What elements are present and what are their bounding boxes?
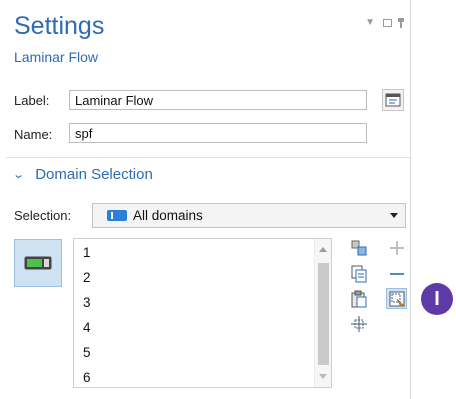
page-title: Settings [14, 12, 105, 40]
label-caption: Label: [14, 93, 50, 108]
add-button[interactable] [388, 239, 406, 257]
domain-selection-header[interactable]: ⌄ Domain Selection [12, 166, 153, 183]
list-item[interactable]: 5 [74, 340, 331, 365]
name-field[interactable] [69, 123, 367, 143]
scroll-thumb[interactable] [318, 263, 329, 365]
remove-icon [390, 273, 404, 275]
add-icon [390, 241, 404, 255]
restore-icon[interactable] [383, 18, 392, 27]
step-badge: I [421, 283, 453, 315]
domain-toggle-button[interactable] [14, 239, 62, 287]
copy-selection-button[interactable] [350, 265, 368, 283]
label-edit-button[interactable] [382, 89, 404, 111]
list-scrollbar[interactable] [314, 239, 331, 387]
pin-icon[interactable] [398, 17, 404, 28]
clear-selection-button[interactable] [350, 290, 368, 308]
name-caption: Name: [14, 127, 53, 142]
clear-selection-icon [351, 290, 367, 308]
list-item[interactable]: 2 [74, 265, 331, 290]
window-controls: ▼ [365, 17, 404, 28]
zoom-selection-icon [351, 316, 367, 332]
section-divider [6, 157, 410, 158]
selection-dropdown[interactable]: All domains [92, 203, 406, 228]
copy-selection-icon [351, 265, 367, 283]
selection-caption: Selection: [14, 208, 72, 223]
page-subtitle: Laminar Flow [14, 49, 99, 65]
dropdown-arrow-icon [390, 213, 398, 218]
list-item[interactable]: 1 [74, 240, 331, 265]
scroll-down-icon[interactable] [319, 374, 327, 379]
selection-value: All domains [133, 208, 203, 223]
list-item[interactable]: 6 [74, 365, 331, 390]
label-edit-icon [385, 93, 401, 107]
domain-toggle-icon [24, 256, 52, 270]
collapse-icon[interactable]: ▼ [365, 17, 375, 28]
scroll-up-icon[interactable] [319, 247, 327, 252]
create-selection-button[interactable] [386, 288, 407, 309]
create-selection-icon [389, 291, 404, 306]
zoom-selection-button[interactable] [350, 315, 368, 333]
chevron-down-icon: ⌄ [12, 169, 26, 181]
remove-button[interactable] [388, 265, 406, 283]
list-item[interactable]: 3 [74, 290, 331, 315]
list-item[interactable]: 4 [74, 315, 331, 340]
all-domains-icon [107, 210, 127, 221]
paste-selection-button[interactable] [350, 239, 368, 257]
paste-selection-icon [351, 240, 367, 256]
label-field[interactable] [69, 90, 367, 110]
section-title: Domain Selection [35, 166, 153, 183]
settings-panel: Settings Laminar Flow ▼ Label: Name: ⌄ D… [0, 0, 411, 399]
domain-list[interactable]: 1 2 3 4 5 6 [73, 238, 332, 388]
